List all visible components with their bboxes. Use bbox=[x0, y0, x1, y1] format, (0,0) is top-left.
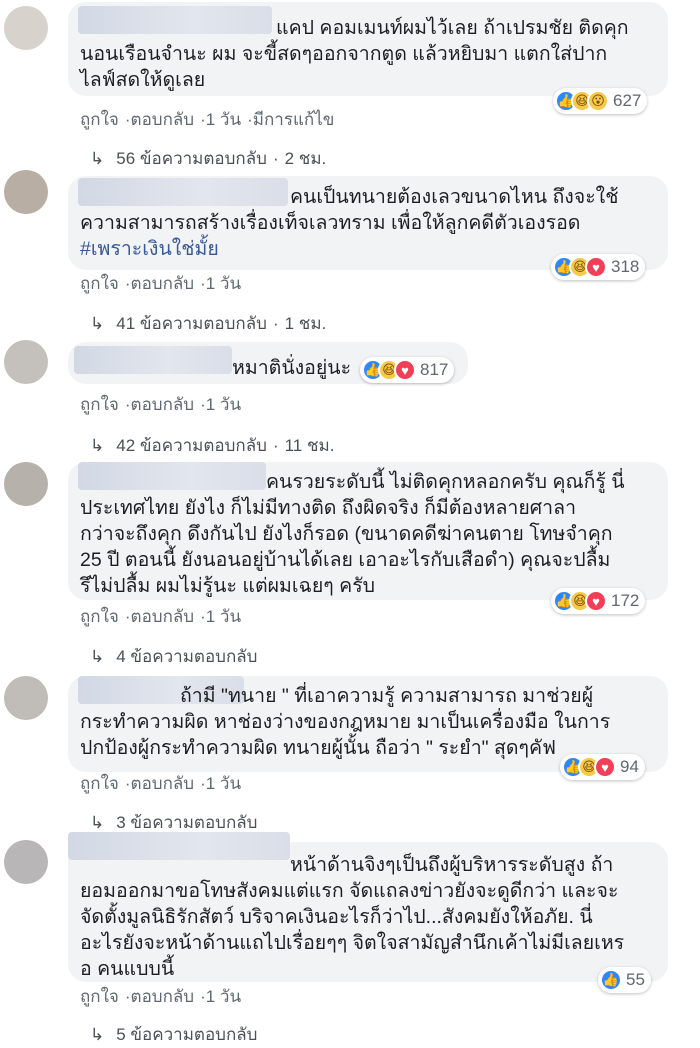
avatar[interactable] bbox=[4, 340, 48, 384]
comment-actions: ถูกใจ ·ตอบกลับ ·1 วัน ·มีการแก้ไข bbox=[80, 110, 335, 129]
reaction-count: 627 bbox=[613, 91, 642, 110]
view-replies-link[interactable]: ↳ 56 ข้อความตอบกลับ · 2 ชม. bbox=[90, 145, 326, 172]
reaction-summary[interactable]: 👍 😆 😮 627 bbox=[553, 88, 648, 114]
like-link[interactable]: ถูกใจ bbox=[80, 274, 119, 293]
like-link[interactable]: ถูกใจ bbox=[80, 607, 119, 626]
like-link[interactable]: ถูกใจ bbox=[80, 987, 119, 1006]
edited-label[interactable]: มีการแก้ไข bbox=[253, 110, 335, 129]
comment-time[interactable]: 1 วัน bbox=[206, 110, 241, 129]
replies-time: 2 ชม. bbox=[284, 149, 327, 168]
reply-link[interactable]: ตอบกลับ bbox=[131, 110, 195, 129]
replies-count[interactable]: 4 ข้อความตอบกลับ bbox=[116, 647, 257, 666]
love-reaction-icon: ♥ bbox=[585, 256, 607, 278]
reaction-summary[interactable]: 👍 😆 ♥ 94 bbox=[560, 754, 645, 780]
like-link[interactable]: ถูกใจ bbox=[80, 395, 119, 414]
view-replies-link[interactable]: ↳ 42 ข้อความตอบกลับ · 11 ชม. bbox=[90, 432, 334, 459]
comment-text: คนรวยระดับนี้ ไม่ติดคุกหลอกครับ คุณก็รู้… bbox=[80, 471, 625, 597]
reaction-summary[interactable]: 👍 😆 ♥ 817 bbox=[360, 357, 455, 383]
replies-count[interactable]: 3 ข้อความตอบกลับ bbox=[116, 813, 257, 832]
like-link[interactable]: ถูกใจ bbox=[80, 110, 119, 129]
hashtag-link[interactable]: #เพราะเงินใช่มั้ย bbox=[80, 236, 219, 262]
reply-link[interactable]: ตอบกลับ bbox=[131, 274, 195, 293]
reply-link[interactable]: ตอบกลับ bbox=[131, 774, 195, 793]
replies-time: 11 ชม. bbox=[284, 436, 335, 455]
view-replies-link[interactable]: ↳ 4 ข้อความตอบกลับ bbox=[90, 643, 257, 670]
reaction-summary[interactable]: 👍 55 bbox=[598, 967, 651, 993]
reaction-count: 55 bbox=[626, 970, 645, 989]
avatar[interactable] bbox=[4, 840, 48, 884]
comment-text: คนเป็นทนายต้องเลวขนาดไหน ถึงจะใช้ ความสา… bbox=[80, 186, 619, 234]
reply-arrow-icon: ↳ bbox=[90, 436, 105, 455]
comment-text: หมาตินั่งอยู่นะ bbox=[232, 357, 352, 379]
comment-text: ถ้ามี "ทนาย " ที่เอาความรู้ ความสามารถ ม… bbox=[80, 685, 611, 759]
reaction-count: 172 bbox=[611, 591, 640, 610]
avatar[interactable] bbox=[4, 6, 48, 50]
reply-link[interactable]: ตอบกลับ bbox=[131, 987, 195, 1006]
comment-actions: ถูกใจ ·ตอบกลับ ·1 วัน bbox=[80, 987, 242, 1006]
reply-arrow-icon: ↳ bbox=[90, 314, 105, 333]
reaction-count: 94 bbox=[620, 757, 639, 776]
reply-arrow-icon: ↳ bbox=[90, 813, 105, 832]
replies-count[interactable]: 5 ข้อความตอบกลับ bbox=[116, 1025, 257, 1044]
comment-time[interactable]: 1 วัน bbox=[206, 395, 241, 414]
like-link[interactable]: ถูกใจ bbox=[80, 774, 119, 793]
comment-time[interactable]: 1 วัน bbox=[206, 774, 241, 793]
replies-count[interactable]: 42 ข้อความตอบกลับ bbox=[116, 436, 267, 455]
replies-count[interactable]: 41 ข้อความตอบกลับ bbox=[116, 314, 267, 333]
view-replies-link[interactable]: ↳ 5 ข้อความตอบกลับ bbox=[90, 1021, 257, 1048]
replies-count[interactable]: 56 ข้อความตอบกลับ bbox=[116, 149, 267, 168]
reaction-summary[interactable]: 👍 😆 ♥ 318 bbox=[551, 254, 646, 280]
wow-reaction-icon: 😮 bbox=[587, 90, 609, 112]
like-reaction-icon: 👍 bbox=[600, 969, 622, 991]
comment-actions: ถูกใจ ·ตอบกลับ ·1 วัน bbox=[80, 774, 242, 793]
comment-time[interactable]: 1 วัน bbox=[206, 987, 241, 1006]
comment-time[interactable]: 1 วัน bbox=[206, 607, 241, 626]
love-reaction-icon: ♥ bbox=[394, 359, 416, 381]
reaction-count: 817 bbox=[420, 360, 449, 379]
reply-arrow-icon: ↳ bbox=[90, 647, 105, 666]
avatar[interactable] bbox=[4, 170, 48, 214]
reaction-summary[interactable]: 👍 😆 ♥ 172 bbox=[551, 588, 646, 614]
comment-text: หน้าด้านจิงๆเป็นถึงผู้บริหารระดับสูง ถ้า… bbox=[80, 854, 625, 980]
love-reaction-icon: ♥ bbox=[585, 590, 607, 612]
reply-arrow-icon: ↳ bbox=[90, 1025, 105, 1044]
reaction-count: 318 bbox=[611, 257, 640, 276]
love-reaction-icon: ♥ bbox=[594, 756, 616, 778]
reply-link[interactable]: ตอบกลับ bbox=[131, 395, 195, 414]
avatar[interactable] bbox=[4, 676, 48, 720]
avatar[interactable] bbox=[4, 462, 48, 506]
comment-time[interactable]: 1 วัน bbox=[206, 274, 241, 293]
comment-actions: ถูกใจ ·ตอบกลับ ·1 วัน bbox=[80, 274, 242, 293]
commenter-name[interactable] bbox=[74, 346, 232, 374]
comment-text: แคป คอมเมนท์ผมไว้เลย ถ้าเปรมชัย ติดคุก น… bbox=[80, 17, 629, 91]
reply-arrow-icon: ↳ bbox=[90, 149, 105, 168]
reply-link[interactable]: ตอบกลับ bbox=[131, 607, 195, 626]
view-replies-link[interactable]: ↳ 41 ข้อความตอบกลับ · 1 ชม. bbox=[90, 310, 326, 337]
replies-time: 1 ชม. bbox=[284, 314, 327, 333]
comment-actions: ถูกใจ ·ตอบกลับ ·1 วัน bbox=[80, 395, 242, 414]
comment-actions: ถูกใจ ·ตอบกลับ ·1 วัน bbox=[80, 607, 242, 626]
